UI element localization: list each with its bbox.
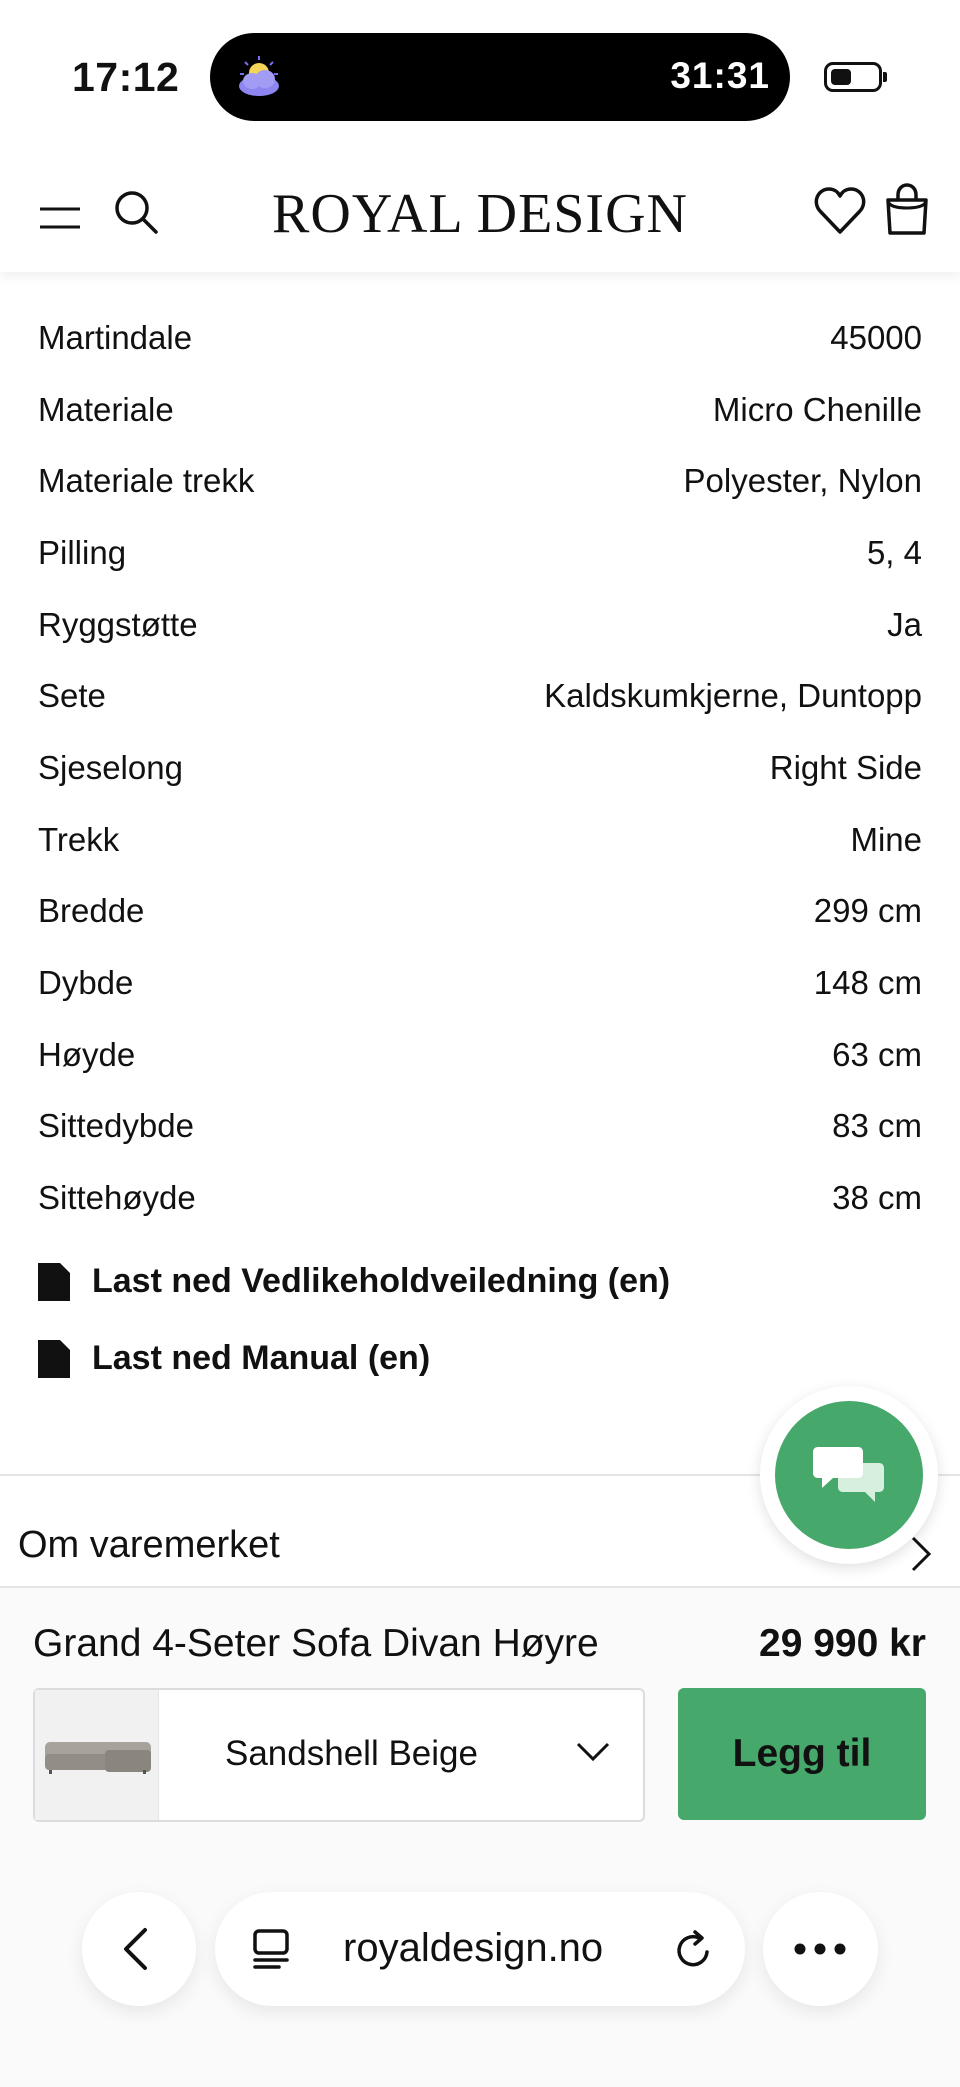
chat-button[interactable] — [760, 1386, 938, 1564]
spec-value: Ja — [887, 605, 922, 643]
spec-row: Pilling 5, 4 — [38, 517, 922, 589]
spec-row: Høyde 63 cm — [38, 1019, 922, 1091]
spec-label: Materiale trekk — [38, 462, 255, 500]
download-care-guide-link[interactable]: Last ned Vedlikeholdveiledning (en) — [38, 1262, 670, 1301]
document-icon — [38, 1262, 70, 1301]
reload-icon[interactable] — [671, 1928, 715, 1972]
spec-label: Høyde — [38, 1035, 136, 1073]
weather-icon — [239, 56, 279, 96]
spec-label: Martindale — [38, 318, 193, 356]
spec-value: 83 cm — [832, 1107, 922, 1145]
battery-tip — [883, 72, 887, 82]
browser-back-button[interactable] — [82, 1892, 196, 2006]
spec-value: 299 cm — [813, 892, 922, 930]
spec-value: Mine — [850, 820, 922, 858]
spec-row: Dybde 148 cm — [38, 947, 922, 1019]
chevron-right-icon — [911, 1536, 932, 1572]
variant-thumbnail — [35, 1690, 159, 1820]
spec-label: Materiale — [38, 390, 174, 428]
spec-label: Pilling — [38, 533, 127, 571]
chevron-down-icon — [576, 1742, 610, 1762]
spec-row: Sjeselong Right Side — [38, 732, 922, 804]
site-header: ROYAL DESIGN — [0, 150, 960, 272]
spec-row: Materiale trekk Polyester, Nylon — [38, 445, 922, 517]
spec-row: Bredde 299 cm — [38, 876, 922, 948]
spec-table: Martindale 45000 Materiale Micro Chenille … — [38, 302, 922, 1234]
brand-section-title: Om varemerket — [18, 1524, 280, 1566]
variant-label: Sandshell Beige — [225, 1734, 478, 1773]
spec-value: 63 cm — [832, 1035, 922, 1073]
dynamic-island: 31:31 — [210, 33, 790, 121]
spec-row: Materiale Micro Chenille — [38, 374, 922, 446]
spec-value: 38 cm — [832, 1179, 922, 1217]
spec-label: Sete — [38, 677, 106, 715]
browser-toolbar: royaldesign.no — [0, 1886, 960, 2016]
spec-row: Sittedybde 83 cm — [38, 1091, 922, 1163]
spec-value: Right Side — [769, 748, 922, 786]
product-price: 29 990 kr — [759, 1622, 926, 1665]
spec-label: Sittedybde — [38, 1107, 194, 1145]
product-name: Grand 4-Seter Sofa Divan Høyre — [33, 1622, 599, 1665]
variant-select[interactable]: Sandshell Beige — [33, 1688, 645, 1822]
spec-value: 148 cm — [813, 964, 922, 1002]
browser-more-button[interactable] — [763, 1892, 878, 2006]
spec-row: Martindale 45000 — [38, 302, 922, 374]
download-manual-link[interactable]: Last ned Manual (en) — [38, 1339, 430, 1378]
island-timer: 31:31 — [670, 55, 770, 96]
spec-row: Sittehøyde 38 cm — [38, 1162, 922, 1234]
spec-value: 5, 4 — [866, 533, 922, 571]
heart-icon[interactable] — [814, 186, 866, 236]
chat-icon — [813, 1447, 884, 1502]
address-bar[interactable]: royaldesign.no — [215, 1892, 745, 2006]
spec-label: Dybde — [38, 964, 134, 1002]
spec-label: Bredde — [38, 892, 145, 930]
page-menu-icon[interactable] — [251, 1928, 291, 1970]
more-dots-icon — [794, 1943, 846, 1955]
download-manual-label: Last ned Manual (en) — [92, 1339, 431, 1377]
spec-label: Sittehøyde — [38, 1179, 196, 1217]
download-care-guide-label: Last ned Vedlikeholdveiledning (en) — [92, 1262, 671, 1300]
spec-value: Polyester, Nylon — [683, 462, 922, 500]
spec-value: Kaldskumkjerne, Duntopp — [544, 677, 922, 715]
spec-label: Ryggstøtte — [38, 605, 198, 643]
url-text: royaldesign.no — [343, 1926, 604, 1970]
spec-label: Sjeselong — [38, 748, 183, 786]
spec-label: Trekk — [38, 820, 120, 858]
battery-icon — [824, 62, 882, 92]
spec-value: Micro Chenille — [712, 390, 922, 428]
chat-bubble — [775, 1401, 923, 1549]
spec-row: Sete Kaldskumkjerne, Duntopp — [38, 660, 922, 732]
document-icon — [38, 1339, 70, 1378]
add-to-cart-button[interactable]: Legg til — [678, 1688, 926, 1820]
spec-row: Trekk Mine — [38, 804, 922, 876]
sofa-image — [45, 1742, 151, 1774]
spec-value: 45000 — [830, 318, 922, 356]
back-arrow-icon — [124, 1928, 147, 1970]
status-bar: 17:12 31:31 — [0, 0, 960, 150]
spec-row: Ryggstøtte Ja — [38, 589, 922, 661]
bag-icon[interactable] — [884, 182, 930, 236]
status-time: 17:12 — [72, 54, 180, 100]
